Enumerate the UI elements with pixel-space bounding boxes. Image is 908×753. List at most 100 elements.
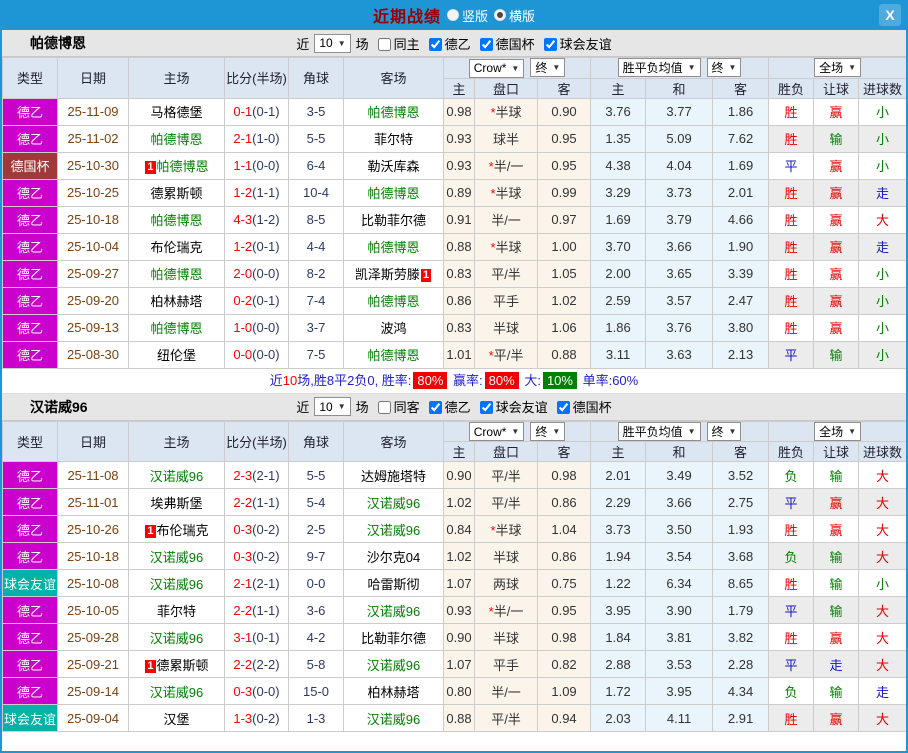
odds-company-select[interactable]: Crow* ▼	[468, 422, 525, 441]
filter-checkbox-2[interactable]: 德国杯	[473, 34, 537, 53]
home-team[interactable]: 德累斯顿	[150, 186, 202, 201]
home-team[interactable]: 德累斯顿	[157, 658, 209, 673]
checkbox-icon[interactable]	[377, 401, 391, 414]
filter-checkbox-0[interactable]: 同主	[371, 34, 422, 53]
away-team[interactable]: 波鸿	[380, 321, 406, 336]
checkbox-icon[interactable]	[479, 37, 493, 51]
filter-checkbox-0[interactable]: 同客	[371, 397, 422, 416]
fulltime-select[interactable]: 全场 ▼	[814, 421, 862, 441]
home-team-cell: 汉诺威96	[128, 623, 225, 651]
away-team[interactable]: 比勒菲尔德	[361, 213, 426, 228]
away-team[interactable]: 帕德博恩	[367, 348, 419, 363]
table-row: 德乙 25-09-13 帕德博恩 1-0(0-0) 3-7 波鸿 0.83 半球 1.06 1.8…	[2, 313, 906, 342]
avg-draw-odds: 3.66	[645, 232, 714, 261]
layout-radio-horizontal[interactable]: 横版	[494, 6, 535, 25]
home-team[interactable]: 帕德博恩	[157, 159, 209, 174]
home-team[interactable]: 帕德博恩	[150, 132, 202, 147]
handicap: *半/一	[474, 151, 538, 180]
avg-home-odds: 1.86	[590, 313, 647, 342]
away-team[interactable]: 哈雷斯彻	[367, 577, 419, 592]
filter-checkbox-1[interactable]: 德乙	[422, 397, 473, 416]
filter-checkbox-2[interactable]: 球会友谊	[473, 397, 550, 416]
corner-score: 1-3	[288, 704, 344, 732]
home-team[interactable]: 汉诺威96	[150, 685, 203, 700]
column-header: 角球	[288, 420, 344, 462]
league-badge: 德乙	[2, 97, 58, 126]
away-team[interactable]: 勒沃库森	[367, 159, 419, 174]
fulltime-score: 0-3	[233, 683, 253, 699]
home-team[interactable]: 帕德博恩	[150, 321, 202, 336]
filter-checkbox-3[interactable]: 德国杯	[550, 397, 614, 416]
filter-checkbox-3[interactable]: 球会友谊	[537, 34, 614, 53]
away-team[interactable]: 汉诺威96	[367, 658, 420, 673]
home-team[interactable]: 马格德堡	[150, 105, 202, 120]
avg-time-select[interactable]: 终 ▼	[706, 421, 742, 441]
filter-checkbox-1[interactable]: 德乙	[422, 34, 473, 53]
away-team[interactable]: 汉诺威96	[367, 712, 420, 727]
score-cell: 0-1(0-1)	[224, 97, 289, 126]
away-team[interactable]: 汉诺威96	[367, 604, 420, 619]
checkbox-icon[interactable]	[479, 401, 493, 414]
away-team[interactable]: 凯泽斯劳滕	[355, 267, 420, 282]
away-team[interactable]: 帕德博恩	[367, 294, 419, 309]
avg-home-odds: 3.29	[590, 178, 647, 207]
layout-radio-vertical[interactable]: 竖版	[446, 6, 488, 25]
checkbox-icon[interactable]	[543, 37, 557, 51]
odds-time-select[interactable]: 终 ▼	[530, 421, 566, 441]
league-badge: 德乙	[2, 677, 58, 705]
chevron-down-icon: ▼	[728, 63, 737, 73]
wdl-average-select[interactable]: 胜平负均值 ▼	[617, 421, 701, 441]
away-team[interactable]: 帕德博恩	[367, 240, 419, 255]
away-team[interactable]: 沙尔克04	[367, 550, 420, 565]
home-team[interactable]: 埃弗斯堡	[150, 496, 202, 511]
away-team-cell: 汉诺威96	[343, 488, 444, 516]
home-team[interactable]: 帕德博恩	[150, 267, 202, 282]
checkbox-icon[interactable]	[428, 37, 442, 51]
home-team[interactable]: 布伦瑞克	[150, 240, 202, 255]
home-team[interactable]: 菲尔特	[157, 604, 196, 619]
away-team[interactable]: 汉诺威96	[367, 496, 420, 511]
home-team[interactable]: 汉诺威96	[150, 631, 203, 646]
checkbox-icon[interactable]	[556, 401, 570, 414]
away-team[interactable]: 柏林赫塔	[367, 685, 419, 700]
handicap: 两球	[474, 569, 538, 597]
checkbox-icon[interactable]	[377, 37, 391, 51]
close-button[interactable]: X	[879, 4, 901, 26]
league-badge: 德乙	[2, 340, 58, 369]
away-team[interactable]: 达姆施塔特	[361, 469, 426, 484]
away-team[interactable]: 帕德博恩	[367, 105, 419, 120]
rate-badge: 80%	[413, 371, 448, 389]
odds-away: 0.98	[536, 623, 592, 651]
home-team[interactable]: 纽伦堡	[157, 348, 196, 363]
checkbox-icon[interactable]	[428, 401, 442, 414]
fulltime-select[interactable]: 全场 ▼	[814, 58, 862, 78]
avg-time-select[interactable]: 终 ▼	[706, 58, 742, 78]
home-team[interactable]: 汉诺威96	[150, 469, 203, 484]
recent-count-select[interactable]: 10 ▼	[314, 33, 351, 53]
match-date: 25-10-30	[57, 151, 129, 180]
result-wdl: 胜	[768, 286, 815, 315]
home-team[interactable]: 汉堡	[163, 712, 189, 727]
away-team[interactable]: 比勒菲尔德	[361, 631, 426, 646]
radio-unchecked-icon[interactable]	[446, 9, 459, 21]
halftime-score: (1-1)	[252, 185, 280, 200]
wdl-average-select[interactable]: 胜平负均值 ▼	[617, 58, 701, 78]
home-team[interactable]: 汉诺威96	[150, 577, 203, 592]
home-team[interactable]: 柏林赫塔	[150, 294, 202, 309]
sub-column-header: 让球	[813, 441, 860, 462]
wdl-average-select-value: 胜平负均值	[622, 61, 683, 76]
summary-text: 赢率:	[449, 372, 483, 388]
home-team[interactable]: 汉诺威96	[150, 550, 203, 565]
odds-company-select[interactable]: Crow* ▼	[468, 58, 525, 78]
away-team[interactable]: 帕德博恩	[367, 186, 419, 201]
recent-count-select[interactable]: 10 ▼	[314, 397, 351, 416]
radio-checked-icon[interactable]	[494, 9, 506, 21]
home-team[interactable]: 帕德博恩	[150, 213, 202, 228]
away-team[interactable]: 菲尔特	[374, 132, 413, 147]
sub-column-header: 主	[590, 77, 647, 99]
away-team-cell: 勒沃库森	[343, 151, 444, 180]
away-team[interactable]: 汉诺威96	[367, 523, 420, 538]
home-team[interactable]: 布伦瑞克	[157, 523, 209, 538]
odds-time-select[interactable]: 终 ▼	[530, 58, 566, 77]
sub-column-header: 客	[712, 77, 770, 99]
